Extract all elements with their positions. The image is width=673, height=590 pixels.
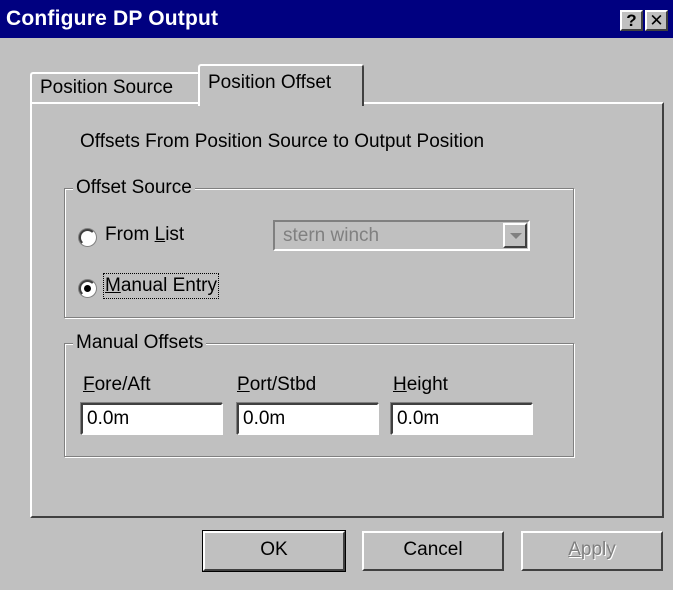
- tab-panel-position-offset: Offsets From Position Source to Output P…: [30, 102, 664, 518]
- from-list-radio[interactable]: [79, 229, 96, 246]
- tab-position-offset[interactable]: Position Offset: [198, 64, 364, 106]
- offset-source-group-label: Offset Source: [73, 177, 195, 199]
- help-button[interactable]: ?: [620, 10, 643, 31]
- panel-description: Offsets From Position Source to Output P…: [80, 131, 485, 152]
- offset-list-dropdown[interactable]: stern winch: [273, 220, 530, 251]
- manual-entry-radio[interactable]: [79, 280, 96, 297]
- apply-button[interactable]: Apply: [521, 531, 663, 571]
- height-label: Height: [393, 374, 448, 395]
- port-stbd-field[interactable]: 0.0m: [237, 403, 379, 435]
- offset-list-value: stern winch: [283, 225, 380, 246]
- fore-aft-field[interactable]: 0.0m: [81, 403, 223, 435]
- dropdown-arrow-icon[interactable]: [503, 223, 527, 248]
- manual-offsets-group: Manual Offsets Fore/Aft Port/Stbd Height…: [64, 332, 574, 457]
- tab-position-source[interactable]: Position Source: [30, 72, 200, 102]
- from-list-label[interactable]: From List: [105, 224, 184, 246]
- offset-source-group: Offset Source From List stern winch Manu…: [64, 177, 574, 318]
- height-field[interactable]: 0.0m: [391, 403, 533, 435]
- cancel-button[interactable]: Cancel: [362, 531, 504, 571]
- manual-entry-label[interactable]: Manual Entry: [103, 273, 219, 299]
- window-title: Configure DP Output: [6, 7, 219, 30]
- close-button[interactable]: ✕: [645, 10, 668, 31]
- ok-button[interactable]: OK: [202, 530, 346, 572]
- fore-aft-label: Fore/Aft: [83, 374, 151, 395]
- manual-offsets-group-label: Manual Offsets: [73, 332, 207, 354]
- title-bar: Configure DP Output ? ✕: [0, 0, 673, 38]
- port-stbd-label: Port/Stbd: [237, 374, 317, 395]
